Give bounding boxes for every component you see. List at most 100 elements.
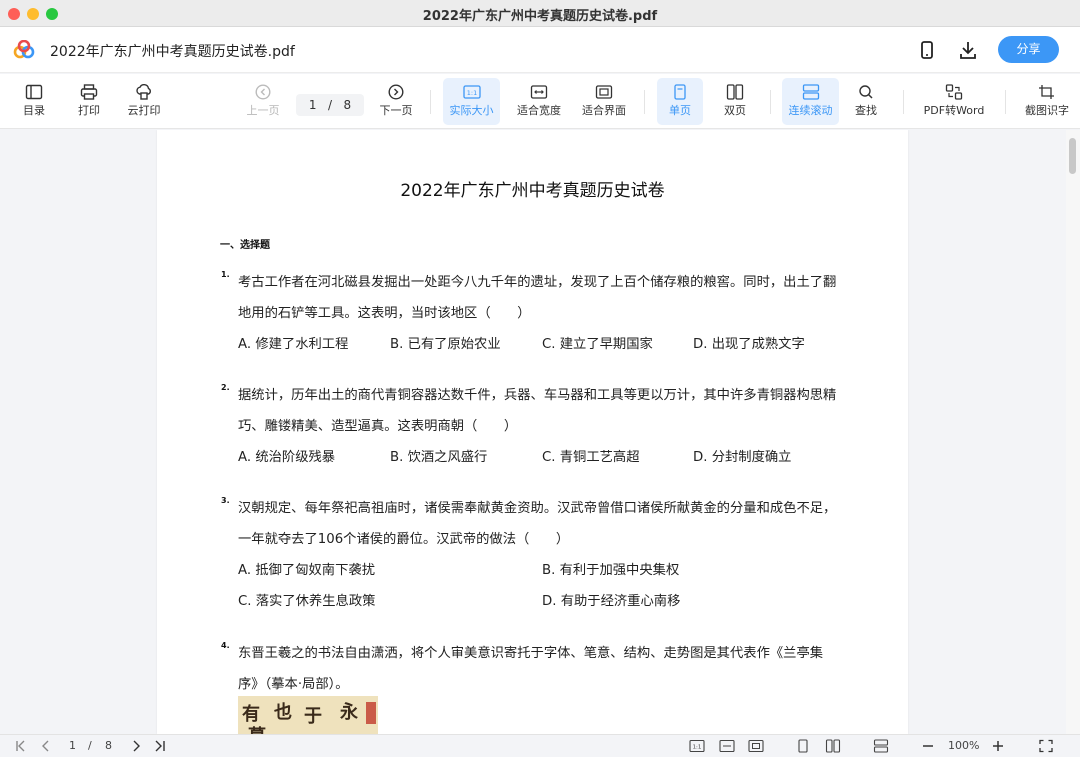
actual-size-icon: 1:1 — [462, 85, 481, 99]
answer-option: D. 分封制度确立 — [693, 450, 792, 465]
calligraphy-image: 有 也 于 永 暮 — [238, 696, 378, 734]
find-label: 查找 — [855, 104, 877, 117]
last-page-icon[interactable] — [151, 739, 167, 753]
continuous-scroll-icon — [802, 84, 819, 100]
status-page-total: 8 — [105, 739, 112, 752]
cloud-print-button[interactable]: 云打印 — [122, 78, 166, 125]
print-button[interactable]: 打印 — [69, 78, 109, 125]
screenshot-ocr-label: 截图识字 — [1025, 104, 1069, 117]
chevron-right-circle-icon — [388, 84, 404, 100]
toc-icon — [25, 84, 43, 100]
question-number: 1. — [221, 270, 230, 279]
fit-width-icon — [530, 85, 548, 99]
print-label: 打印 — [78, 104, 100, 117]
section-heading: 一、选择题 — [220, 240, 270, 251]
toolbar: 目录 打印 云打印 上一页 1 / 8 下一页 1:1 实际大小 适合宽度 适合… — [0, 74, 1080, 129]
phone-icon[interactable] — [916, 39, 938, 61]
zoom-in-icon[interactable] — [990, 739, 1006, 753]
convert-icon — [945, 84, 963, 100]
question-text: 巧、雕镂精美、造型逼真。这表明商朝（ ） — [238, 419, 518, 434]
fit-page-icon[interactable] — [748, 739, 764, 753]
question-text: 考古工作者在河北磁县发掘出一处距今八九千年的遗址，发现了上百个储存粮的粮窖。同时… — [238, 275, 837, 290]
question-number: 4. — [221, 641, 230, 650]
continuous-scroll-button[interactable]: 连续滚动 — [782, 78, 839, 125]
prev-page-icon[interactable] — [38, 739, 54, 753]
cloud-print-label: 云打印 — [127, 104, 161, 117]
question-text: 序》（摹本·局部）。 — [238, 677, 349, 692]
document-viewer[interactable]: 2022年广东广州中考真题历史试卷 一、选择题 1. 考古工作者在河北磁县发掘出… — [0, 130, 1080, 734]
svg-text:1:1: 1:1 — [466, 89, 476, 97]
question-text: 地用的石铲等工具。这表明，当时该地区（ ） — [238, 306, 531, 321]
svg-text:1:1: 1:1 — [693, 745, 702, 751]
crop-icon — [1039, 85, 1054, 99]
cloud-print-icon — [136, 84, 151, 100]
find-button[interactable]: 查找 — [847, 78, 885, 125]
window-title: 2022年广东广州中考真题历史试卷.pdf — [422, 9, 658, 24]
answer-option: C. 落实了休养生息政策 — [238, 594, 376, 609]
next-page-icon[interactable] — [128, 739, 144, 753]
vertical-scrollbar[interactable] — [1066, 130, 1080, 734]
prev-page-label: 上一页 — [246, 104, 280, 117]
app-logo-icon — [13, 40, 35, 59]
status-bar: 1 / 8 1:1 100% — [0, 734, 1080, 757]
fit-page-button[interactable]: 适合界面 — [577, 78, 631, 125]
status-page-current: 1 — [69, 739, 76, 752]
toolbar-divider — [903, 90, 904, 114]
actual-size-icon[interactable]: 1:1 — [689, 739, 705, 753]
pdf-page: 2022年广东广州中考真题历史试卷 一、选择题 1. 考古工作者在河北磁县发掘出… — [157, 130, 908, 734]
single-page-button[interactable]: 单页 — [657, 78, 703, 125]
answer-option: C. 建立了早期国家 — [542, 337, 653, 352]
seal-stamp — [366, 702, 376, 724]
actual-size-label: 实际大小 — [449, 104, 494, 117]
status-page-separator: / — [88, 739, 92, 752]
download-icon[interactable] — [957, 39, 979, 61]
prev-page-button[interactable]: 上一页 — [243, 78, 283, 125]
page-current: 1 — [308, 98, 317, 112]
document-title: 2022年广东广州中考真题历史试卷.pdf — [50, 44, 295, 60]
answer-option: A. 抵御了匈奴南下袭扰 — [238, 563, 375, 578]
pdf-to-word-label: PDF转Word — [923, 104, 985, 117]
page-total: 8 — [343, 98, 352, 112]
answer-option: A. 修建了水利工程 — [238, 337, 349, 352]
fit-width-icon[interactable] — [719, 739, 735, 753]
zoom-level: 100% — [948, 739, 980, 752]
fit-width-label: 适合宽度 — [517, 104, 561, 117]
single-page-icon — [674, 84, 686, 100]
next-page-label: 下一页 — [379, 104, 413, 117]
fit-width-button[interactable]: 适合宽度 — [512, 78, 566, 125]
double-page-button[interactable]: 双页 — [713, 78, 757, 125]
toc-button[interactable]: 目录 — [14, 78, 54, 125]
share-button[interactable]: 分享 — [998, 36, 1059, 63]
fit-page-label: 适合界面 — [582, 104, 626, 117]
double-page-label: 双页 — [724, 104, 746, 117]
answer-option: B. 饮酒之风盛行 — [390, 450, 488, 465]
question-text: 据统计，历年出土的商代青铜容器达数千件，兵器、车马器和工具等更以万计，其中许多青… — [238, 388, 837, 403]
first-page-icon[interactable] — [14, 739, 30, 753]
continuous-scroll-icon[interactable] — [873, 739, 889, 753]
fullscreen-icon[interactable] — [1038, 739, 1054, 753]
app-header: 2022年广东广州中考真题历史试卷.pdf 分享 — [0, 27, 1080, 73]
answer-option: A. 统治阶级残暴 — [238, 450, 336, 465]
search-icon — [859, 85, 873, 99]
chevron-left-circle-icon — [255, 84, 271, 100]
double-page-icon[interactable] — [825, 739, 841, 753]
toolbar-divider — [644, 90, 645, 114]
next-page-button[interactable]: 下一页 — [376, 78, 416, 125]
zoom-out-icon[interactable] — [920, 739, 936, 753]
window-titlebar: 2022年广东广州中考真题历史试卷.pdf — [0, 0, 1080, 27]
double-page-icon — [726, 84, 744, 100]
question-number: 3. — [221, 496, 230, 505]
scrollbar-thumb[interactable] — [1069, 138, 1076, 174]
answer-option: B. 已有了原始农业 — [390, 337, 501, 352]
answer-option: C. 青铜工艺高超 — [542, 450, 640, 465]
actual-size-button[interactable]: 1:1 实际大小 — [443, 78, 500, 125]
single-page-icon[interactable] — [795, 739, 811, 753]
screenshot-ocr-button[interactable]: 截图识字 — [1020, 78, 1074, 125]
toolbar-divider — [1005, 90, 1006, 114]
paper-title: 2022年广东广州中考真题历史试卷 — [400, 181, 665, 201]
answer-option: D. 出现了成熟文字 — [693, 337, 805, 352]
question-text: 汉朝规定、每年祭祀高祖庙时，诸侯需奉献黄金资助。汉武帝曾借口诸侯所献黄金的分量和… — [238, 501, 837, 516]
single-page-label: 单页 — [669, 104, 691, 117]
pdf-to-word-button[interactable]: PDF转Word — [918, 78, 990, 125]
page-number-input[interactable]: 1 / 8 — [296, 94, 364, 116]
